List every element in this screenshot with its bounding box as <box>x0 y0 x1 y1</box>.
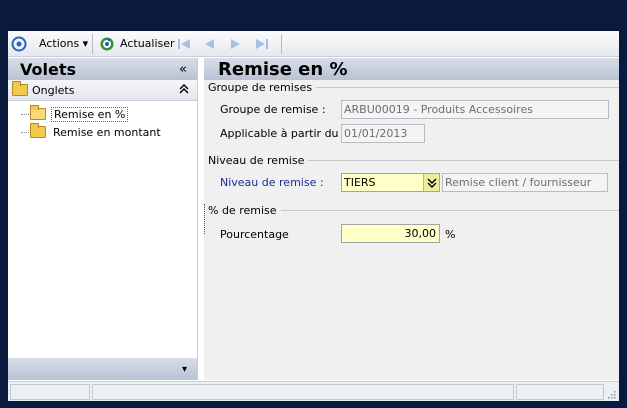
niveau-remise-description: Remise client / fournisseur <box>442 173 608 192</box>
toolbar-separator <box>281 34 282 54</box>
tree-connector <box>21 132 29 133</box>
date-applicable-label: Applicable à partir du : <box>220 127 346 140</box>
next-record-icon[interactable] <box>228 36 244 52</box>
focus-indicator <box>204 204 205 234</box>
chevron-down-icon: ▾ <box>79 37 89 50</box>
pourcentage-label: Pourcentage <box>220 228 289 241</box>
resize-grip-icon[interactable] <box>606 389 616 399</box>
left-panel-header: Volets « <box>8 58 197 80</box>
groupe-remise-field[interactable]: ARBU00019 - Produits Accessoires <box>341 100 609 119</box>
collapse-panel-icon[interactable]: « <box>179 62 187 77</box>
niveau-remise-value: TIERS <box>344 176 376 189</box>
open-folder-icon <box>30 105 46 120</box>
first-record-icon[interactable] <box>176 36 192 52</box>
application-window: Actions ▾ Actualiser Volets « Onglets Re… <box>8 31 619 401</box>
page-title: Remise en % <box>218 58 348 80</box>
toolbar: Actions ▾ Actualiser <box>8 31 619 57</box>
status-cell <box>10 384 90 400</box>
left-panel-footer[interactable]: ▾ <box>8 358 197 380</box>
date-applicable-field[interactable]: 01/01/2013 <box>341 124 425 143</box>
niveau-remise-select[interactable]: TIERS <box>341 173 440 192</box>
onglets-label: Onglets <box>32 83 75 97</box>
tree-item-label: Remise en montant <box>53 125 161 139</box>
left-panel-title: Volets <box>20 59 77 79</box>
status-bar <box>8 381 619 401</box>
left-panel: Volets « Onglets Remise en % Remise en m… <box>8 58 198 380</box>
onglets-section-header[interactable]: Onglets <box>8 80 197 101</box>
pourcentage-remise-title: % de remise <box>208 204 281 217</box>
group-remises-title: Groupe de remises <box>208 81 317 94</box>
niveau-remise-label: Niveau de remise : <box>220 176 324 189</box>
last-record-icon[interactable] <box>254 36 270 52</box>
tree-item-remise-pourcentage[interactable]: Remise en % <box>18 105 197 123</box>
tabs-tree: Remise en % Remise en montant <box>8 101 197 141</box>
tree-item-remise-montant[interactable]: Remise en montant <box>18 123 197 141</box>
percent-unit: % <box>445 228 456 241</box>
pourcentage-field[interactable]: 30,00 <box>341 224 440 243</box>
app-menu-icon[interactable] <box>11 36 27 52</box>
folder-icon <box>12 81 28 96</box>
tree-connector <box>21 114 29 115</box>
tree-item-label: Remise en % <box>51 106 129 122</box>
previous-record-icon[interactable] <box>201 36 217 52</box>
refresh-icon[interactable] <box>99 36 115 52</box>
main-panel-header: Remise en % <box>204 58 619 80</box>
toolbar-separator <box>92 34 93 54</box>
folder-icon <box>30 123 46 138</box>
refresh-button[interactable]: Actualiser <box>120 35 175 53</box>
actions-label: Actions <box>39 37 80 50</box>
main-panel: Remise en % Groupe de remises Groupe de … <box>204 58 619 380</box>
chevron-down-icon[interactable]: ▾ <box>182 364 187 375</box>
status-cell <box>92 384 514 400</box>
groupe-remise-label: Groupe de remise : <box>220 103 326 116</box>
section-collapse-icon[interactable] <box>179 83 189 97</box>
niveau-remise-title: Niveau de remise <box>208 154 309 167</box>
actions-menu-button[interactable]: Actions ▾ <box>39 35 88 53</box>
status-cell <box>516 384 604 400</box>
dropdown-icon[interactable] <box>423 174 439 191</box>
